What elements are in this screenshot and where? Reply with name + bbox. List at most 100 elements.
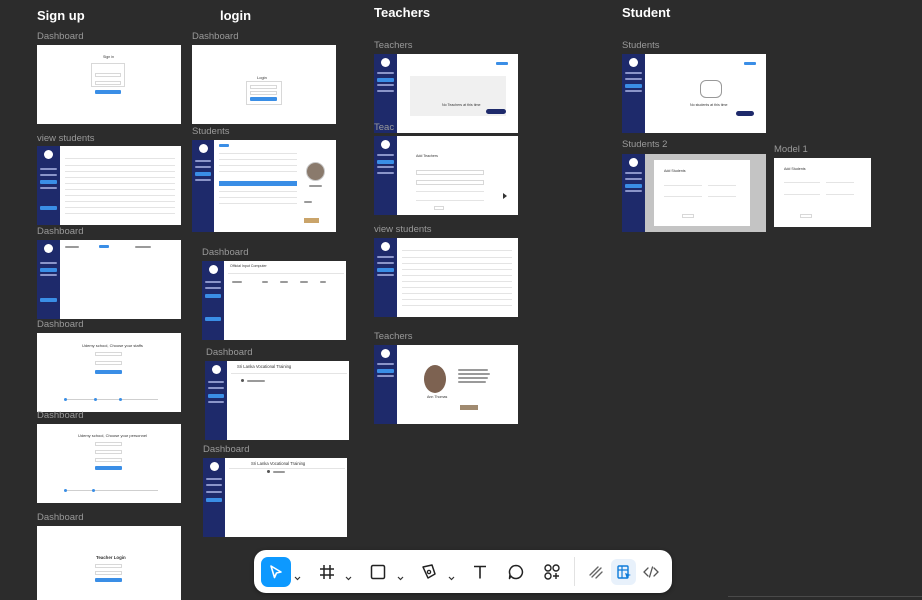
frame-label[interactable]: Teac: [374, 122, 394, 133]
frame-label[interactable]: Dashboard: [37, 31, 83, 42]
form-input: [416, 200, 484, 201]
cancel-button: [800, 214, 812, 218]
frame-label[interactable]: Students 2: [622, 139, 667, 150]
section-title-signup[interactable]: Sign up: [37, 8, 85, 23]
form-input: [95, 450, 122, 454]
frame-label[interactable]: Students: [192, 126, 230, 137]
frame-label[interactable]: Students: [622, 40, 660, 51]
chevron-down-icon[interactable]: [345, 568, 352, 586]
actions-tool-button[interactable]: [538, 557, 566, 587]
section-title-student[interactable]: Student: [622, 5, 670, 20]
frame-choose-staff[interactable]: Udemy school, Choose your staffs: [37, 333, 181, 412]
sidebar: [37, 146, 60, 225]
sidebar-item: [206, 484, 222, 486]
frame-teacher-profile[interactable]: Ann Thomas: [374, 345, 518, 424]
sidebar-item-active: [40, 180, 57, 184]
comment-tool-button[interactable]: [502, 557, 530, 587]
sidebar-item-active: [195, 172, 211, 176]
frame-model-1[interactable]: Add Students: [774, 158, 871, 227]
frame-label[interactable]: Dashboard: [202, 247, 248, 258]
sidebar-item: [377, 274, 394, 276]
dev-mode-button[interactable]: [637, 557, 665, 587]
frame-dashboard-vt-2[interactable]: Sri Lanka Vocational Training: [203, 458, 347, 537]
table-row-selected: [219, 181, 297, 186]
sidebar-item: [208, 387, 224, 389]
sidebar-item-active: [40, 298, 57, 302]
frame-sign-in[interactable]: Sign in: [37, 45, 181, 124]
design-mode-icon: [616, 565, 631, 579]
frame-dashboard[interactable]: [37, 240, 181, 319]
frame-icon: [320, 565, 334, 579]
sidebar-item: [208, 381, 224, 383]
rectangle-tool-button[interactable]: [364, 557, 392, 587]
column-header: [320, 281, 326, 283]
frame-heading: Official Input Computer: [230, 264, 267, 268]
form-input: [826, 194, 854, 195]
step-dot: [92, 489, 95, 492]
frame-choose-personnel[interactable]: Udemy school, Choose your personnel: [37, 424, 181, 503]
sidebar-item-active: [205, 294, 221, 298]
frame-students-empty[interactable]: No students at this time: [622, 54, 766, 133]
frame-label[interactable]: view students: [374, 224, 432, 235]
form-button: [250, 97, 277, 101]
sidebar-item: [195, 179, 211, 181]
frame-teacher-login[interactable]: Teacher Login: [37, 526, 181, 600]
frame-label[interactable]: Dashboard: [37, 410, 83, 421]
frame-label[interactable]: Dashboard: [192, 31, 238, 42]
sidebar: [37, 240, 60, 319]
table-row: [65, 213, 175, 214]
move-tool-button[interactable]: [261, 557, 291, 587]
step-dot: [64, 489, 67, 492]
sidebar-item-active: [377, 369, 394, 373]
frame-heading: Sri Lanka Vocational Training: [237, 364, 292, 369]
frame-label[interactable]: Dashboard: [37, 226, 83, 237]
frame-login[interactable]: Login: [192, 45, 336, 124]
draw-tool-button[interactable]: [582, 557, 610, 587]
frame-dashboard-official[interactable]: Official Input Computer: [202, 261, 346, 340]
divider: [231, 373, 347, 374]
text-tool-button[interactable]: [466, 557, 494, 587]
pen-tool-button[interactable]: [415, 557, 443, 587]
horizontal-scrollbar[interactable]: [728, 596, 922, 597]
table-row: [219, 197, 297, 198]
add-button: [496, 62, 508, 65]
sidebar-item-active: [377, 160, 394, 164]
photo-strip: [460, 405, 478, 410]
table-row: [402, 263, 512, 264]
frame-label[interactable]: Dashboard: [203, 444, 249, 455]
logo-icon: [208, 265, 218, 274]
sidebar: [374, 238, 397, 317]
table-row: [65, 177, 175, 178]
design-mode-button[interactable]: [611, 559, 636, 585]
frame-teacher-view-students[interactable]: [374, 238, 518, 317]
table-row: [219, 191, 297, 192]
frame-label[interactable]: Dashboard: [37, 512, 83, 523]
form-input: [708, 196, 736, 197]
frame-label[interactable]: Model 1: [774, 144, 808, 155]
sidebar-item: [195, 166, 211, 168]
frame-students-modal[interactable]: Add Students: [622, 154, 766, 232]
sidebar-item: [205, 281, 221, 283]
chevron-down-icon[interactable]: [397, 568, 404, 586]
frame-teachers-empty[interactable]: No Teachers at this time: [374, 54, 518, 133]
frame-label[interactable]: Dashboard: [37, 319, 83, 330]
frame-students[interactable]: [192, 140, 336, 232]
chevron-down-icon[interactable]: [294, 568, 301, 586]
sidebar-item-active: [377, 78, 394, 82]
chevron-down-icon[interactable]: [448, 568, 455, 586]
section-title-teachers[interactable]: Teachers: [374, 5, 430, 20]
sidebar: [374, 345, 397, 424]
bio-text: [458, 377, 488, 379]
frame-label[interactable]: Dashboard: [206, 347, 252, 358]
frame-dashboard-vt[interactable]: Sri Lanka Vocational Training: [205, 361, 349, 440]
profile-detail: [304, 201, 312, 203]
frame-label[interactable]: Teachers: [374, 40, 413, 51]
frame-tool-button[interactable]: [313, 557, 341, 587]
sidebar-item-active: [208, 394, 224, 398]
section-title-login[interactable]: login: [220, 8, 251, 23]
sidebar-item: [40, 187, 57, 189]
frame-label[interactable]: Teachers: [374, 331, 413, 342]
frame-view-students[interactable]: [37, 146, 181, 225]
frame-add-teachers[interactable]: Add Teachers: [374, 136, 518, 215]
frame-label[interactable]: view students: [37, 133, 95, 144]
